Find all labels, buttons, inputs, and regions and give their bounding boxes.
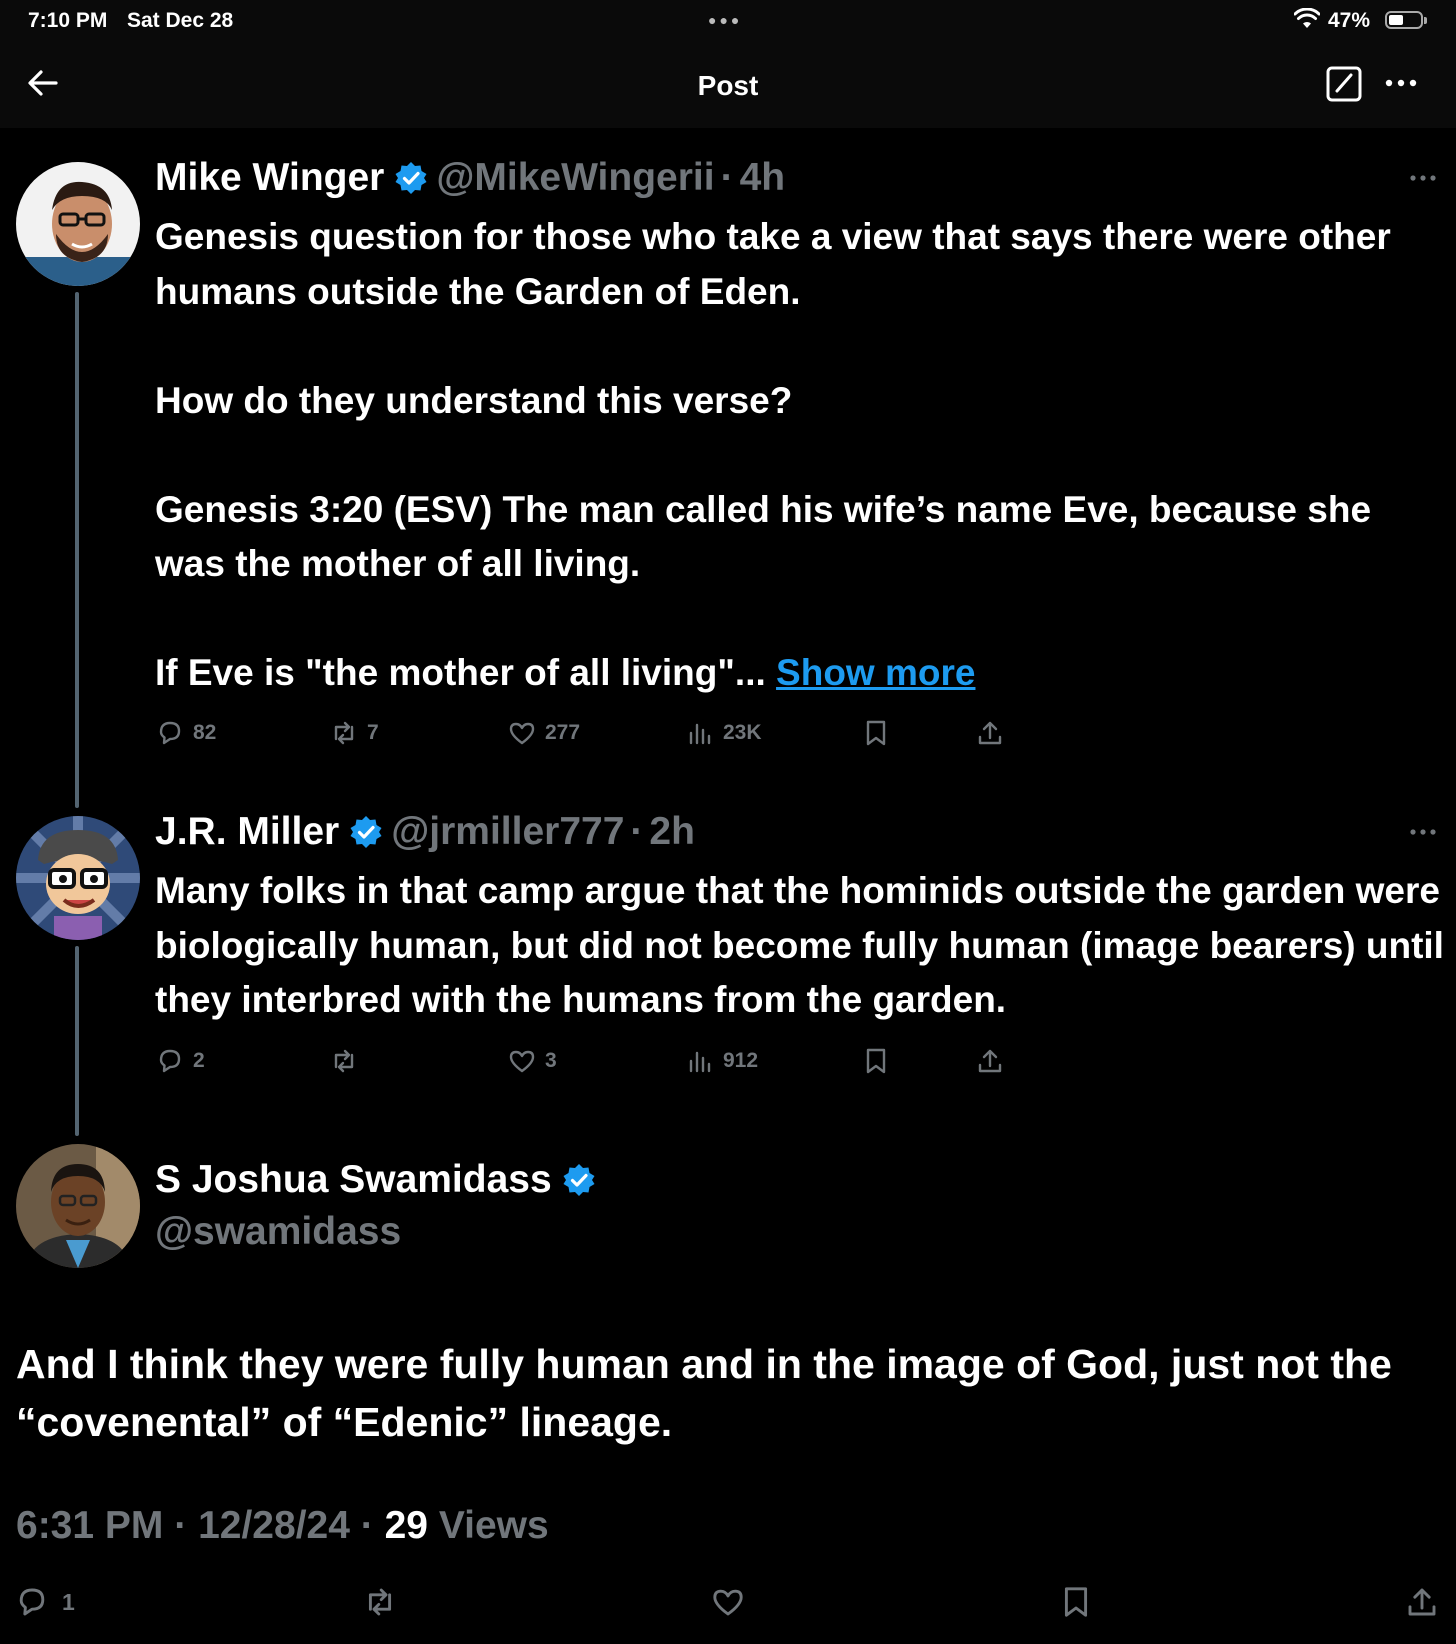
separator-dot: ·	[174, 1504, 188, 1547]
heart-icon	[509, 722, 535, 745]
nav-bar: Post	[0, 40, 1456, 128]
reply-count: 82	[193, 721, 217, 744]
views-count: 29	[384, 1504, 428, 1547]
tweet-paragraph: Genesis 3:20 (ESV) The man called his wi…	[155, 488, 1372, 585]
like-button[interactable]: 277	[507, 718, 580, 748]
separator-dot: ·	[360, 1504, 374, 1547]
post-time[interactable]: 6:31 PM	[16, 1504, 163, 1547]
share-button[interactable]	[975, 718, 1005, 748]
post-action-bar: 1	[0, 1580, 1456, 1630]
repost-button[interactable]	[362, 1584, 398, 1620]
like-count: 277	[545, 721, 581, 744]
reply-count: 2	[193, 1049, 205, 1072]
tweet-header: Mike Winger @MikeWingerii · 4h	[155, 156, 785, 200]
post-meta: 6:31 PM · 12/28/24 · 29 Views	[16, 1504, 549, 1548]
tweet-paragraph: Many folks in that camp argue that the h…	[155, 870, 1444, 1020]
share-icon	[978, 1049, 1002, 1073]
separator-dot: ·	[720, 156, 734, 199]
status-date: Sat Dec 28	[127, 9, 234, 32]
thread-line	[75, 292, 79, 808]
repost-button[interactable]: 7	[329, 718, 379, 748]
views-chart-icon	[689, 723, 711, 745]
author-handle[interactable]: @jrmiller777	[391, 810, 624, 854]
thread-line	[75, 946, 79, 1136]
repost-icon	[334, 1049, 354, 1073]
bookmark-button[interactable]	[861, 718, 891, 748]
separator-dot: ·	[630, 810, 644, 853]
status-bar: 7:10 PM Sat Dec 28 ●●● 47%	[0, 0, 1456, 40]
views-label: Views	[438, 1504, 549, 1547]
author-header: S Joshua Swamidass	[155, 1158, 596, 1202]
author-handle[interactable]: @MikeWingerii	[436, 156, 714, 200]
share-button[interactable]	[975, 1046, 1005, 1076]
tweet-text: Many folks in that camp argue that the h…	[155, 864, 1445, 1028]
verified-badge-icon	[394, 161, 428, 195]
view-count: 912	[723, 1049, 759, 1072]
post-age[interactable]: 4h	[740, 156, 786, 200]
repost-icon	[334, 721, 354, 745]
tweet-paragraph: Genesis question for those who take a vi…	[155, 216, 1391, 312]
reply-button[interactable]: 82	[155, 718, 216, 748]
reply-icon	[159, 1049, 181, 1073]
status-time: 7:10 PM	[28, 9, 108, 32]
bookmark-button[interactable]	[1058, 1584, 1094, 1620]
like-button[interactable]	[710, 1584, 746, 1620]
post-age[interactable]: 2h	[649, 810, 695, 854]
reply-button[interactable]: 1	[14, 1584, 75, 1620]
author-handle[interactable]: @swamidass	[155, 1210, 401, 1254]
share-icon	[978, 721, 1002, 745]
page-title: Post	[697, 70, 759, 101]
author-name[interactable]: J.R. Miller	[155, 810, 339, 854]
post-date[interactable]: 12/28/24	[198, 1504, 350, 1547]
avatar[interactable]	[16, 1144, 140, 1268]
bookmark-icon	[1064, 1587, 1088, 1617]
repost-button[interactable]	[329, 1046, 367, 1076]
multitasking-dots-icon[interactable]: ●●●	[708, 12, 742, 28]
more-options-icon[interactable]	[1384, 66, 1418, 105]
avatar[interactable]	[16, 162, 140, 286]
repost-icon	[368, 1588, 392, 1616]
bookmark-icon	[866, 720, 886, 746]
bookmark-button[interactable]	[861, 1046, 891, 1076]
reply-button[interactable]: 2	[155, 1046, 205, 1076]
truncated-text: If Eve is "the mother of all living"...	[155, 652, 766, 693]
bookmark-icon	[866, 1048, 886, 1074]
view-count: 23K	[723, 721, 762, 744]
show-more-link[interactable]: Show more	[776, 652, 975, 693]
tweet-paragraph: How do they understand this verse?	[155, 379, 793, 421]
battery-percent: 47%	[1328, 9, 1371, 32]
tweet-actions: 82 7 277 23K	[155, 718, 1015, 752]
tweet-more-icon[interactable]	[1410, 165, 1436, 196]
heart-icon	[713, 1589, 743, 1616]
share-icon	[1408, 1588, 1436, 1616]
author-name[interactable]: Mike Winger	[155, 156, 384, 200]
like-button[interactable]: 3	[507, 1046, 557, 1076]
tweet-header: J.R. Miller @jrmiller777 · 2h	[155, 810, 695, 854]
like-count: 3	[545, 1049, 557, 1072]
avatar[interactable]	[16, 816, 140, 940]
compose-icon[interactable]	[1326, 66, 1362, 107]
reply-icon	[19, 1588, 45, 1616]
views-chart-icon	[689, 1051, 711, 1073]
reply-icon	[159, 721, 181, 745]
views-button[interactable]: 912	[685, 1046, 758, 1076]
repost-count: 7	[367, 721, 379, 744]
tweet-more-icon[interactable]	[1410, 819, 1436, 850]
reply-count: 1	[62, 1588, 75, 1615]
tweet-actions: 2 3 912	[155, 1046, 1015, 1080]
share-button[interactable]	[1404, 1584, 1440, 1620]
verified-badge-icon	[562, 1163, 596, 1197]
views-button[interactable]: 23K	[685, 718, 762, 748]
author-name[interactable]: S Joshua Swamidass	[155, 1158, 552, 1202]
battery-icon	[1385, 11, 1427, 29]
wifi-icon	[1293, 7, 1321, 36]
heart-icon	[509, 1050, 535, 1073]
tweet-text: Genesis question for those who take a vi…	[155, 210, 1445, 701]
tweet-paragraph: If Eve is "the mother of all living"... …	[155, 646, 1445, 701]
post-text: And I think they were fully human and in…	[16, 1341, 1392, 1445]
verified-badge-icon	[349, 815, 383, 849]
